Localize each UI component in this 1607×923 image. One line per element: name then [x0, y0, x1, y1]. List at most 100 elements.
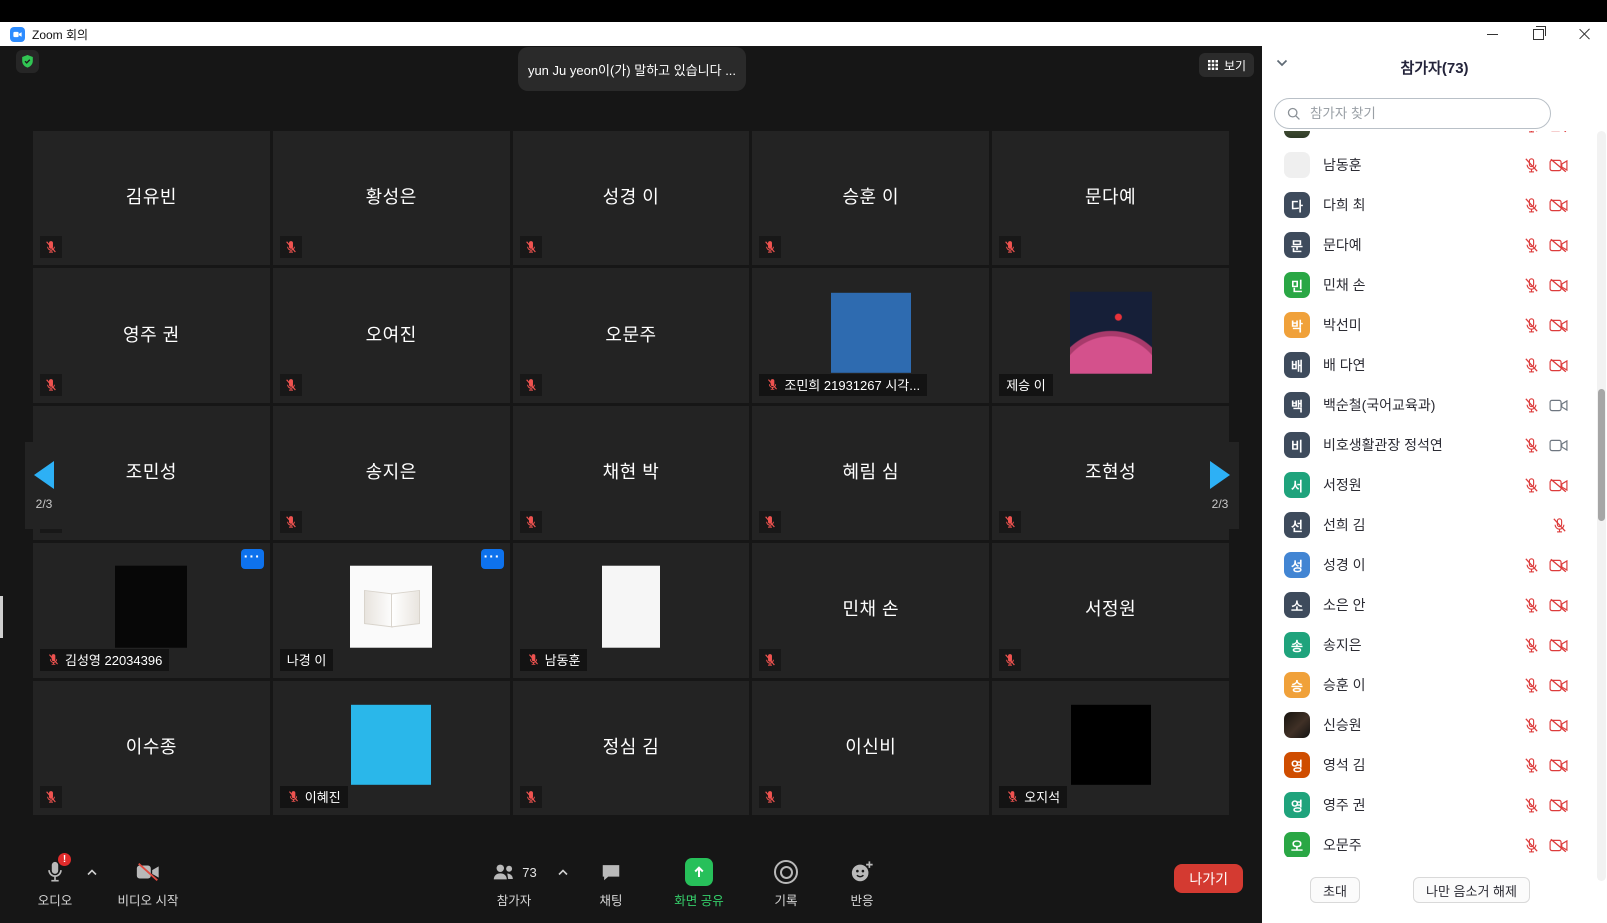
mic-muted-icon: [40, 236, 62, 258]
active-speaker-text: yun Ju yeon이(가) 말하고 있습니다 ...: [528, 60, 736, 79]
participant-row[interactable]: 백 백순철(국어교육과): [1262, 385, 1596, 425]
leave-meeting-button[interactable]: 나가기: [1174, 864, 1243, 893]
participant-row[interactable]: 비 비호생활관장 정석연: [1262, 425, 1596, 465]
participant-avatar-image: [1284, 712, 1310, 738]
participant-row[interactable]: 승 승훈 이: [1262, 665, 1596, 705]
avatar-initial: 서: [1291, 476, 1303, 495]
search-participants-input[interactable]: [1308, 105, 1538, 122]
video-tile[interactable]: 이혜진: [273, 681, 510, 815]
video-tile[interactable]: 송지은: [273, 406, 510, 540]
participant-row[interactable]: 오 오문주: [1262, 825, 1596, 857]
audio-alert-badge: !: [58, 853, 71, 866]
video-tile[interactable]: 오여진: [273, 268, 510, 402]
participant-name: 채현 박: [513, 458, 750, 484]
participant-row[interactable]: 선 선희 김: [1262, 505, 1596, 545]
participant-name: 이수종: [33, 733, 270, 759]
participant-row[interactable]: [1262, 131, 1596, 145]
avatar-initial: 영: [1291, 756, 1303, 775]
participant-row[interactable]: 영 영주 권: [1262, 785, 1596, 825]
next-page-button[interactable]: 2/3: [1201, 442, 1239, 529]
reactions-button[interactable]: 반응: [826, 858, 898, 909]
video-tile[interactable]: 정심 김: [513, 681, 750, 815]
mic-muted-icon: [1006, 790, 1019, 803]
video-tile[interactable]: 이수종: [33, 681, 270, 815]
security-shield-button[interactable]: [16, 50, 39, 73]
audio-options-chevron[interactable]: [85, 867, 99, 878]
video-tile[interactable]: 이신비: [752, 681, 989, 815]
invite-button[interactable]: 초대: [1310, 877, 1360, 903]
reactions-icon: [850, 858, 874, 886]
unmute-self-button[interactable]: 나만 음소거 해제: [1413, 877, 1530, 903]
video-tile[interactable]: 김유빈: [33, 131, 270, 265]
participant-avatar: 송: [1284, 632, 1310, 658]
video-tile[interactable]: 조민성: [33, 406, 270, 540]
audio-button[interactable]: ! 오디오: [19, 858, 91, 909]
video-tile[interactable]: 조민희 21931267 시각...: [752, 268, 989, 402]
close-button[interactable]: [1561, 22, 1607, 46]
participants-panel-header: 참가자(73): [1262, 46, 1607, 88]
participant-row[interactable]: 송 송지은: [1262, 625, 1596, 665]
share-screen-label: 화면 공유: [674, 890, 723, 909]
participants-options-chevron[interactable]: [556, 867, 570, 878]
avatar-initial: 성: [1291, 556, 1303, 575]
video-tile[interactable]: 서정원: [992, 543, 1229, 677]
participant-avatar-image: [1070, 291, 1152, 373]
participant-row[interactable]: 배 배 다연: [1262, 345, 1596, 385]
tile-label-text: 김성영 22034396: [65, 650, 162, 669]
participant-name: 송지은: [1323, 635, 1362, 655]
participant-row[interactable]: 소 소은 안: [1262, 585, 1596, 625]
start-video-button[interactable]: 비디오 시작: [105, 858, 191, 909]
participant-row[interactable]: 남동훈: [1262, 145, 1596, 185]
grid-view-icon: [1207, 59, 1219, 71]
participant-row[interactable]: 문 문다예: [1262, 225, 1596, 265]
participant-row[interactable]: 서 서정원: [1262, 465, 1596, 505]
more-options-button[interactable]: [241, 549, 264, 569]
video-muted-icon: [1549, 638, 1568, 653]
participant-row[interactable]: 박 박선미: [1262, 305, 1596, 345]
video-tile[interactable]: 영주 권: [33, 268, 270, 402]
collapse-panel-chevron[interactable]: [1274, 57, 1290, 69]
minimize-button[interactable]: [1469, 22, 1515, 46]
participant-row[interactable]: 영 영석 김: [1262, 745, 1596, 785]
participant-name: 송지은: [273, 458, 510, 484]
video-tile[interactable]: 승훈 이: [752, 131, 989, 265]
scrollbar-thumb[interactable]: [1598, 389, 1605, 521]
video-tile[interactable]: 조현성: [992, 406, 1229, 540]
video-tile[interactable]: 황성은: [273, 131, 510, 265]
record-icon: [774, 858, 798, 886]
participant-row[interactable]: 성 성경 이: [1262, 545, 1596, 585]
video-tile[interactable]: 나경 이: [273, 543, 510, 677]
audio-label: 오디오: [38, 890, 73, 909]
participant-row[interactable]: 다 다희 최: [1262, 185, 1596, 225]
video-tile[interactable]: 문다예: [992, 131, 1229, 265]
video-tile[interactable]: 성경 이: [513, 131, 750, 265]
video-tile[interactable]: 오지석: [992, 681, 1229, 815]
participant-avatar-image: [602, 566, 660, 648]
participant-name: 민채 손: [1323, 275, 1366, 295]
video-tile[interactable]: 오문주: [513, 268, 750, 402]
chat-button[interactable]: 채팅: [575, 858, 647, 909]
video-tile[interactable]: 민채 손: [752, 543, 989, 677]
participant-name: 조현성: [992, 458, 1229, 484]
video-tile[interactable]: 채현 박: [513, 406, 750, 540]
share-screen-button[interactable]: 화면 공유: [657, 858, 741, 909]
participant-avatar: 영: [1284, 752, 1310, 778]
video-tile[interactable]: 남동훈: [513, 543, 750, 677]
view-button[interactable]: 보기: [1199, 53, 1254, 77]
arrow-right-icon: [1210, 461, 1230, 489]
active-speaker-toast: yun Ju yeon이(가) 말하고 있습니다 ...: [518, 47, 746, 91]
participant-avatar-image: [831, 292, 911, 372]
video-off-icon: [135, 858, 161, 886]
left-edge-handle[interactable]: [0, 596, 3, 638]
restore-button[interactable]: [1515, 22, 1561, 46]
video-tile[interactable]: 제승 이: [992, 268, 1229, 402]
participant-row[interactable]: 민 민채 손: [1262, 265, 1596, 305]
video-tile[interactable]: 김성영 22034396: [33, 543, 270, 677]
previous-page-button[interactable]: 2/3: [25, 442, 63, 529]
video-on-icon: [1549, 398, 1568, 413]
record-button[interactable]: 기록: [750, 858, 822, 909]
video-tile[interactable]: 혜림 심: [752, 406, 989, 540]
participants-button[interactable]: 73 참가자: [471, 858, 557, 909]
participant-row[interactable]: 신승원: [1262, 705, 1596, 745]
more-options-button[interactable]: [481, 549, 504, 569]
